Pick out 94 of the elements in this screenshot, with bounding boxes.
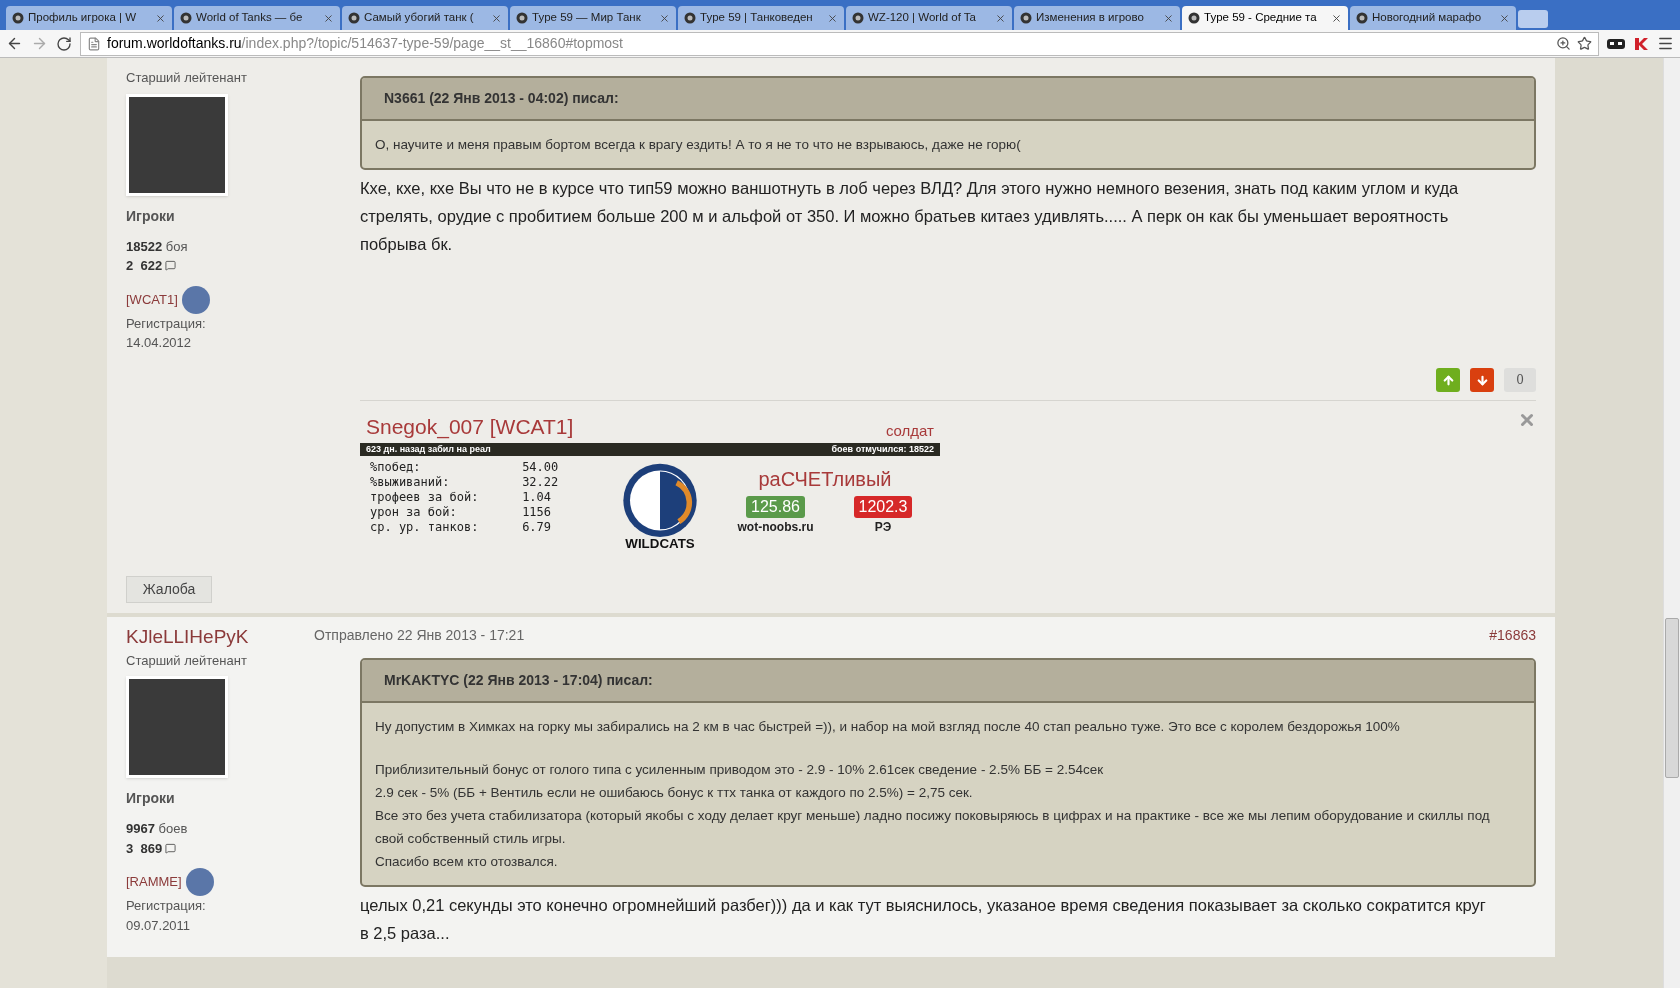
- browser-tab[interactable]: Самый убогий танк (: [342, 6, 508, 30]
- upvote-button[interactable]: [1436, 368, 1460, 392]
- up-arrow-icon: [1441, 373, 1455, 387]
- stat-value: 1156: [522, 504, 553, 520]
- close-icon[interactable]: [323, 12, 334, 24]
- close-icon[interactable]: [827, 12, 838, 24]
- post-text: Кхе, кхе, кхе Вы что не в курсе что тип59 можно ваншотнуть в лоб через ВЛД? Для этого нужно немного везения, знать под каким углом и куда стрелять, орудие с пробитием больше 200 м и альфой от 350. И можно братьев китаез удивлять..... А перк он как бы уменьшает вероятность побрыва бк.: [360, 178, 1460, 255]
- post-count: 3 869: [126, 839, 163, 858]
- tab-title: Type 59 | Танковеден: [700, 10, 814, 26]
- battle-count: 18522 боя: [126, 237, 189, 256]
- clan-link[interactable]: [WCAT1]: [126, 289, 178, 310]
- stat-label: урон за бой:: [370, 504, 458, 520]
- back-icon[interactable]: [6, 35, 23, 52]
- quote-text: Ну допустим в Химках на горку мы забирались на 2 км в час быстрей =)), и набор на мой взгляд после 40 стап реально туже. Это все с королем бездорожья 100%: [375, 717, 1401, 736]
- clan-emblem: [181, 285, 210, 314]
- stat-label: трофеев за бой:: [370, 489, 480, 505]
- browser-tab[interactable]: Профиль игрока | W: [6, 6, 172, 30]
- stat-label: %выживаний:: [370, 474, 451, 490]
- post-number-link[interactable]: #16863: [1489, 624, 1536, 646]
- stat-value: 32.22: [522, 474, 560, 490]
- quote-text: 2.9 сек - 5% (ББ + Вентиль если не ошибаюсь бонус к ттх танка от каждого по 2.5%) = 2,75 сек.: [375, 783, 974, 802]
- browser-tab[interactable]: Type 59 | Танковеден: [678, 6, 844, 30]
- zoom-icon[interactable]: [1556, 36, 1571, 51]
- signature-rank: солдат: [885, 421, 934, 441]
- mask-icon[interactable]: [1607, 38, 1625, 49]
- browser-tab[interactable]: WZ-120 | World of Ta: [846, 6, 1012, 30]
- rating-label: wot-noobs.ru: [737, 518, 814, 536]
- stat-label: %побед:: [370, 459, 422, 475]
- rating-badge: 125.86: [746, 495, 805, 518]
- vote-count: 0: [1504, 368, 1536, 392]
- author-link[interactable]: KJleLLIHePyK: [126, 624, 316, 649]
- quote-text: Все это без учета стабилизатора (который якобы с ходу делает круг меньше) ладно посижу поковыряюсь в цифрах и на практике - все же мы лепим оборудование и скиллы под свой собственный стиль игры.: [375, 806, 1491, 848]
- post-date: Отправлено 22 Янв 2013 - 17:21: [314, 625, 525, 645]
- user-rank: Старший лейтенант: [126, 651, 248, 670]
- close-icon[interactable]: [155, 12, 166, 24]
- page-icon: [87, 36, 101, 51]
- clan-emblem: [185, 868, 214, 896]
- quote-header: N3661 (22 Янв 2013 - 04:02) писал:: [362, 78, 1534, 121]
- comment-icon: [165, 260, 177, 272]
- close-icon[interactable]: [1499, 12, 1510, 24]
- stat-value: 54.00: [522, 459, 560, 475]
- tab-title: Type 59 — Мир Танк: [532, 10, 642, 26]
- quote-text: Спасибо всем кто отозвался.: [375, 852, 559, 871]
- star-icon[interactable]: [1577, 36, 1592, 51]
- registration-label: Регистрация:: [126, 897, 207, 915]
- comment-icon: [165, 842, 177, 854]
- signature-name: Snegok_007 [WCAT1]: [366, 414, 574, 441]
- reload-icon[interactable]: [56, 35, 72, 52]
- scrollbar[interactable]: [1663, 58, 1680, 988]
- stat-value: 6.79: [522, 519, 553, 535]
- close-icon[interactable]: [1163, 12, 1174, 24]
- browser-tab[interactable]: Type 59 — Мир Танк: [510, 6, 676, 30]
- banner-text: боев отмучился: 18522: [831, 442, 934, 456]
- stat-value: 1.04: [522, 489, 553, 505]
- stat-label: ср. ур. танков:: [370, 519, 480, 535]
- banner-text: 623 дн. назад забил на реал: [366, 442, 491, 456]
- quote-text: О, научите и меня правым бортом всегда к врагу ездить! А то я не то что не взрываюсь, даже не горю(: [375, 136, 1022, 154]
- quote-text: Приблизительный бонус от голого типа с усиленным приводом это - 2.9 - 10% 2.61сек сведение - 2.5% ББ = 2.54сек: [375, 760, 1105, 779]
- close-icon[interactable]: [491, 12, 502, 24]
- rating-label: РЭ: [874, 518, 892, 536]
- scrollbar-thumb[interactable]: [1665, 618, 1679, 778]
- user-rank: Старший лейтенант: [126, 69, 248, 87]
- close-icon[interactable]: [1331, 12, 1342, 24]
- post-count: 2 622: [126, 257, 163, 275]
- tab-title: Профиль игрока | W: [28, 10, 138, 26]
- rating-title: раСЧЕТливый: [758, 466, 892, 492]
- battle-count: 9967 боев: [126, 820, 189, 838]
- close-icon[interactable]: [659, 12, 670, 24]
- tab-title: World of Tanks — бе: [196, 10, 304, 26]
- tab-title: Новогодний марафо: [1372, 10, 1483, 26]
- complaint-button[interactable]: Жалоба: [126, 575, 212, 603]
- browser-tab[interactable]: Type 59 - Средние та: [1182, 6, 1348, 30]
- registration-date: 09.07.2011: [126, 916, 192, 935]
- tab-title: Изменения в игрово: [1036, 10, 1145, 26]
- post-text: целых 0,21 секунды это конечно огромнейший разбег))) да и как тут выяснилось, указаное время сведения показывает за сколько сократится круг в 2,5 раза...: [360, 894, 1487, 944]
- user-group: Игроки: [126, 205, 316, 227]
- browser-tab[interactable]: Изменения в игрово: [1014, 6, 1180, 30]
- quote-header: MrKAKTYC (22 Янв 2013 - 17:04) писал:: [362, 659, 1534, 703]
- browser-tab[interactable]: Новогодний марафо: [1350, 6, 1516, 30]
- down-arrow-icon: [1475, 373, 1489, 387]
- browser-tab[interactable]: World of Tanks — бе: [174, 6, 340, 30]
- clan-link[interactable]: [RAMME]: [126, 872, 182, 892]
- tab-title: Самый убогий танк (: [364, 10, 475, 26]
- user-group: Игроки: [126, 788, 316, 809]
- close-icon[interactable]: [995, 12, 1006, 24]
- registration-date: 14.04.2012: [126, 334, 193, 352]
- downvote-button[interactable]: [1470, 368, 1494, 392]
- tab-title: WZ-120 | World of Ta: [868, 10, 977, 26]
- url-text: forum.worldoftanks.ru/index.php?/topic/514637-type-59/page__st__16860#topmost: [107, 34, 624, 53]
- rating-badge: 1202.3: [853, 495, 913, 518]
- menu-icon[interactable]: [1657, 35, 1674, 52]
- tab-title: Type 59 - Средние та: [1204, 10, 1318, 26]
- registration-label: Регистрация:: [126, 314, 207, 333]
- address-field[interactable]: forum.worldoftanks.ru/index.php?/topic/514637-type-59/page__st__16860#topmost: [80, 31, 1599, 56]
